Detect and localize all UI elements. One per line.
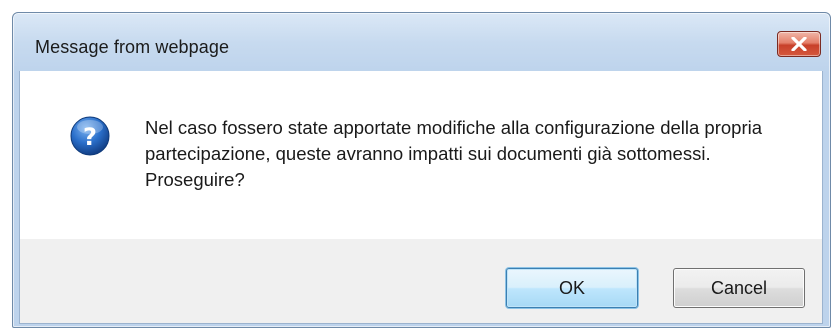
message-dialog: Message from webpage ? Nel caso fossero … — [12, 12, 831, 328]
close-button[interactable] — [777, 31, 821, 57]
dialog-button-bar: OK Cancel — [19, 239, 823, 324]
question-icon: ? — [70, 116, 110, 156]
dialog-titlebar[interactable]: Message from webpage — [13, 13, 830, 71]
dialog-title: Message from webpage — [35, 37, 230, 57]
svg-text:?: ? — [83, 123, 97, 151]
ok-button[interactable]: OK — [506, 268, 638, 308]
page-background: Message from webpage ? Nel caso fossero … — [0, 0, 835, 331]
dialog-content: ? Nel caso fossero state apportate modif… — [19, 71, 823, 239]
cancel-button[interactable]: Cancel — [673, 268, 805, 308]
dialog-message: Nel caso fossero state apportate modific… — [145, 117, 763, 190]
close-icon — [791, 37, 807, 51]
